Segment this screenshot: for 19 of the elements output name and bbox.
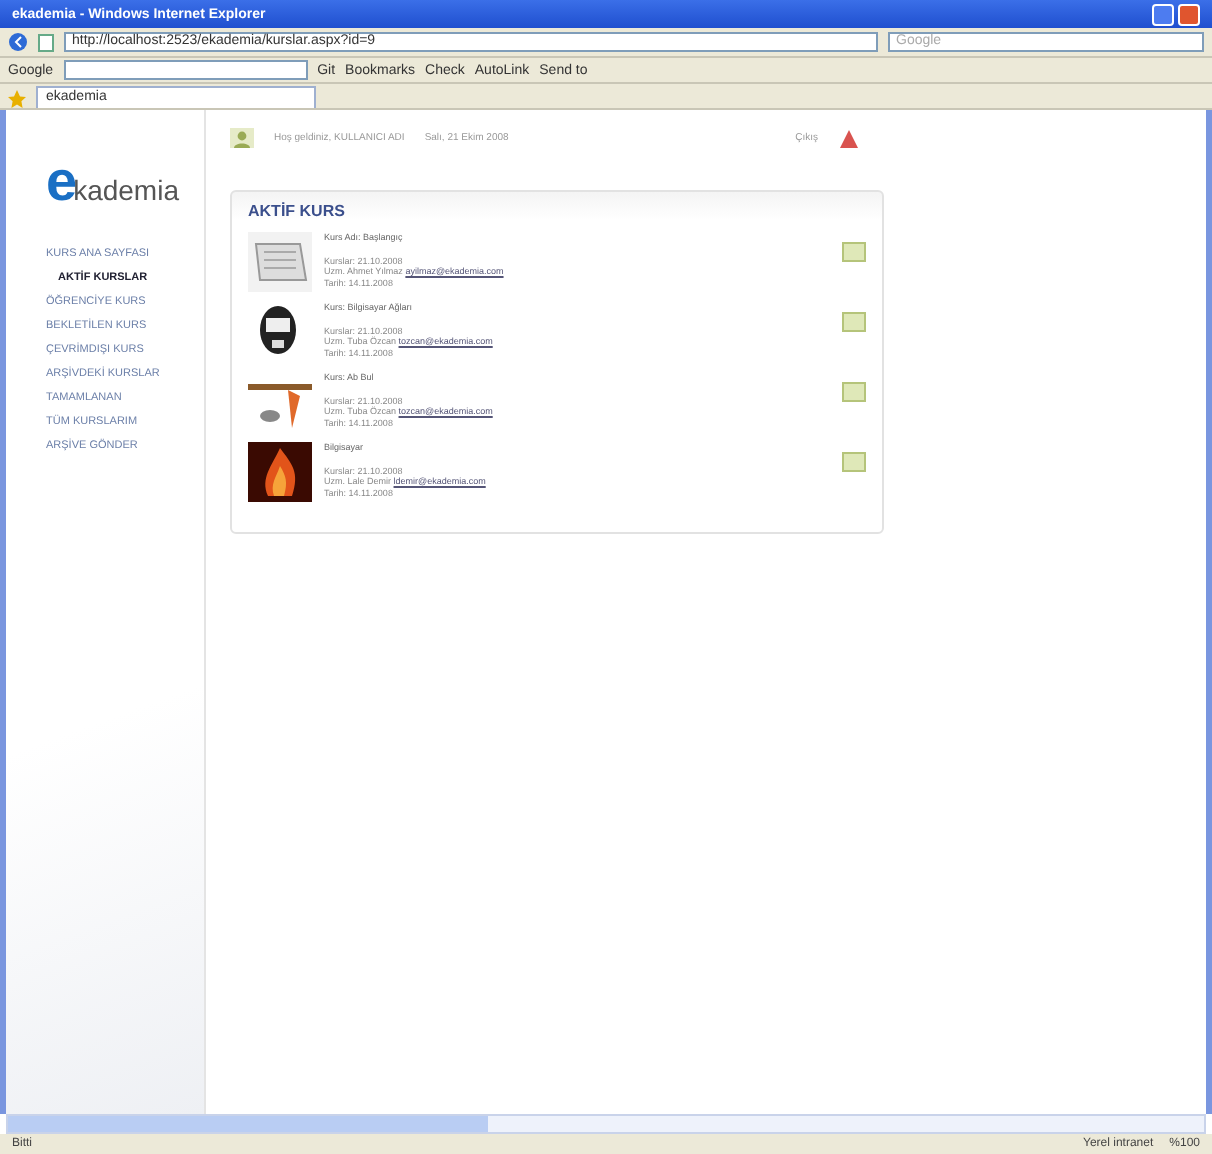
paper-picture	[248, 232, 312, 292]
scrollbar-thumb[interactable]	[8, 1116, 488, 1132]
favorites-star-icon	[8, 90, 26, 108]
user-icon	[230, 128, 254, 148]
horizontal-scrollbar[interactable]	[6, 1114, 1206, 1134]
course-button[interactable]	[842, 242, 866, 262]
page-icon	[38, 33, 54, 51]
logo-text: kademia	[73, 174, 179, 206]
back-icon	[8, 32, 28, 52]
panel-title: AKTİF KURS	[248, 202, 347, 220]
course-button[interactable]	[842, 382, 866, 402]
close-button[interactable]	[1178, 3, 1200, 25]
course-button[interactable]	[842, 312, 866, 332]
logo-initial: e	[46, 158, 78, 206]
toolbar-search-field[interactable]	[63, 60, 308, 80]
minimize-button[interactable]	[1152, 3, 1174, 25]
fire-picture	[248, 442, 312, 502]
logout-icon	[838, 127, 860, 149]
course-button[interactable]	[842, 452, 866, 472]
